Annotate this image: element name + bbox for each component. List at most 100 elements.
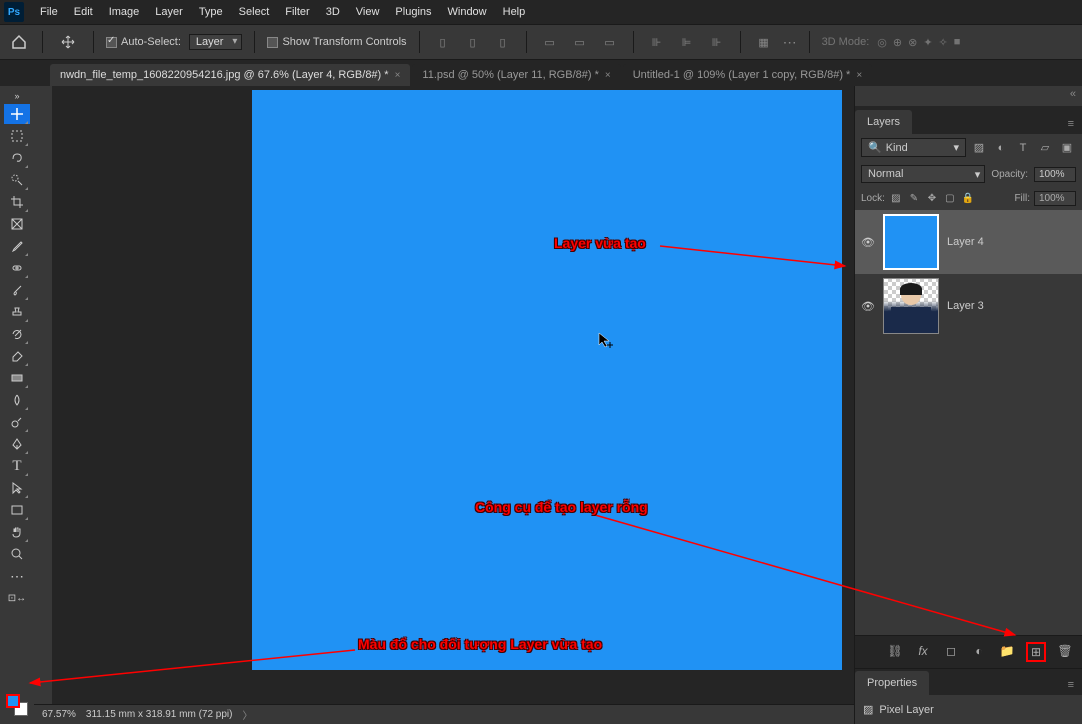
tab-1[interactable]: 11.psd @ 50% (Layer 11, RGB/8#) *×: [412, 64, 620, 86]
menu-layer[interactable]: Layer: [147, 0, 191, 24]
align-left-icon[interactable]: ▯: [432, 31, 454, 53]
fill-input[interactable]: 100%: [1034, 191, 1076, 206]
delete-layer-icon[interactable]: 🗑: [1056, 642, 1074, 660]
distribute-h-icon[interactable]: ⊪: [646, 31, 668, 53]
layer-name[interactable]: Layer 4: [947, 236, 984, 248]
filter-pixel-icon[interactable]: ▨: [970, 139, 988, 157]
tab-2[interactable]: Untitled-1 @ 109% (Layer 1 copy, RGB/8#)…: [623, 64, 872, 86]
menu-view[interactable]: View: [348, 0, 388, 24]
close-tab-icon[interactable]: ×: [395, 70, 401, 81]
show-transform-checkbox[interactable]: Show Transform Controls: [267, 36, 406, 48]
filter-smart-icon[interactable]: ▣: [1058, 139, 1076, 157]
tab-active[interactable]: nwdn_file_temp_1608220954216.jpg @ 67.6%…: [50, 64, 410, 86]
foreground-swatch[interactable]: [6, 694, 20, 708]
blend-mode-select[interactable]: Normal: [861, 165, 985, 183]
menu-plugins[interactable]: Plugins: [387, 0, 439, 24]
document-canvas[interactable]: [252, 90, 842, 670]
type-tool[interactable]: T: [4, 456, 30, 476]
zoom-tool[interactable]: [4, 544, 30, 564]
auto-select-checkbox[interactable]: Auto-Select:: [106, 36, 181, 48]
new-layer-icon[interactable]: ⊞: [1026, 642, 1046, 662]
frame-tool[interactable]: [4, 214, 30, 234]
color-swatches[interactable]: [6, 694, 28, 716]
close-tab-icon[interactable]: ×: [605, 70, 611, 81]
edit-toolbar-icon[interactable]: ⊡↔: [4, 588, 30, 608]
adjustment-layer-icon[interactable]: ◐: [970, 642, 988, 660]
filter-adjust-icon[interactable]: ◐: [992, 139, 1010, 157]
opacity-input[interactable]: 100%: [1034, 167, 1076, 182]
layer-name[interactable]: Layer 3: [947, 300, 984, 312]
align-more-icon[interactable]: ⋯: [783, 34, 797, 51]
layer-mask-icon[interactable]: ◻: [942, 642, 960, 660]
lock-all-icon[interactable]: 🔒: [961, 192, 975, 206]
document-dimensions[interactable]: 311.15 mm x 318.91 mm (72 ppi): [86, 709, 233, 720]
move-tool[interactable]: [4, 104, 30, 124]
align-center-h-icon[interactable]: ▯: [462, 31, 484, 53]
move-tool-icon: [55, 32, 81, 52]
stamp-tool[interactable]: [4, 302, 30, 322]
menu-type[interactable]: Type: [191, 0, 231, 24]
layer-thumbnail[interactable]: [883, 278, 939, 334]
menu-3d[interactable]: 3D: [318, 0, 348, 24]
distribute-v-icon[interactable]: ⊫: [676, 31, 698, 53]
align-center-v-icon[interactable]: ▭: [569, 31, 591, 53]
pen-tool[interactable]: [4, 434, 30, 454]
panel-menu-icon[interactable]: ≡: [1060, 675, 1082, 695]
eyedropper-tool[interactable]: [4, 236, 30, 256]
menu-edit[interactable]: Edit: [66, 0, 101, 24]
menu-file[interactable]: File: [32, 0, 66, 24]
brush-tool[interactable]: [4, 280, 30, 300]
history-brush-tool[interactable]: [4, 324, 30, 344]
lock-image-icon[interactable]: ✎: [907, 192, 921, 206]
menu-filter[interactable]: Filter: [277, 0, 317, 24]
lock-artboard-icon[interactable]: ▢: [943, 192, 957, 206]
lock-position-icon[interactable]: ✥: [925, 192, 939, 206]
collapse-panel-icon[interactable]: «: [1070, 88, 1076, 104]
distribute-spacing-icon[interactable]: ⊪: [706, 31, 728, 53]
home-button[interactable]: [8, 31, 30, 53]
collapse-toolbar-icon[interactable]: »: [4, 90, 30, 102]
blur-tool[interactable]: [4, 390, 30, 410]
close-tab-icon[interactable]: ×: [856, 70, 862, 81]
lasso-tool[interactable]: [4, 148, 30, 168]
menu-window[interactable]: Window: [440, 0, 495, 24]
filter-type-icon[interactable]: T: [1014, 139, 1032, 157]
layer-group-icon[interactable]: 📁: [998, 642, 1016, 660]
panel-menu-icon[interactable]: ≡: [1060, 114, 1082, 134]
show-transform-label: Show Transform Controls: [282, 36, 406, 48]
gradient-tool[interactable]: [4, 368, 30, 388]
align-bottom-icon[interactable]: ▭: [599, 31, 621, 53]
align-top-icon[interactable]: ▭: [539, 31, 561, 53]
align-to-icon[interactable]: ▦: [753, 31, 775, 53]
layer-fx-icon[interactable]: fx: [914, 642, 932, 660]
auto-select-target[interactable]: Layer: [189, 34, 243, 50]
align-right-icon[interactable]: ▯: [492, 31, 514, 53]
zoom-level[interactable]: 67.57%: [42, 709, 76, 720]
status-chevron-icon[interactable]: 〉: [242, 707, 252, 722]
dodge-tool[interactable]: [4, 412, 30, 432]
hand-tool[interactable]: [4, 522, 30, 542]
filter-shape-icon[interactable]: ▱: [1036, 139, 1054, 157]
visibility-icon[interactable]: 👁: [861, 236, 875, 249]
lock-transparent-icon[interactable]: ▨: [889, 192, 903, 206]
menu-image[interactable]: Image: [101, 0, 148, 24]
quick-select-tool[interactable]: [4, 170, 30, 190]
layer-thumbnail[interactable]: [883, 214, 939, 270]
menu-select[interactable]: Select: [231, 0, 278, 24]
menu-help[interactable]: Help: [495, 0, 534, 24]
layer-row[interactable]: 👁 Layer 4: [855, 210, 1082, 274]
crop-tool[interactable]: [4, 192, 30, 212]
path-select-tool[interactable]: [4, 478, 30, 498]
layers-tab[interactable]: Layers: [855, 110, 912, 134]
marquee-tool[interactable]: [4, 126, 30, 146]
shape-tool[interactable]: [4, 500, 30, 520]
canvas-area[interactable]: [52, 86, 854, 724]
layer-row[interactable]: 👁 Layer 3: [855, 274, 1082, 338]
filter-kind-select[interactable]: 🔍Kind▾: [861, 138, 966, 157]
toolbar-more-icon[interactable]: ⋯: [4, 566, 30, 586]
properties-tab[interactable]: Properties: [855, 671, 929, 695]
link-layers-icon[interactable]: ⛓: [886, 642, 904, 660]
healing-tool[interactable]: [4, 258, 30, 278]
visibility-icon[interactable]: 👁: [861, 300, 875, 313]
eraser-tool[interactable]: [4, 346, 30, 366]
